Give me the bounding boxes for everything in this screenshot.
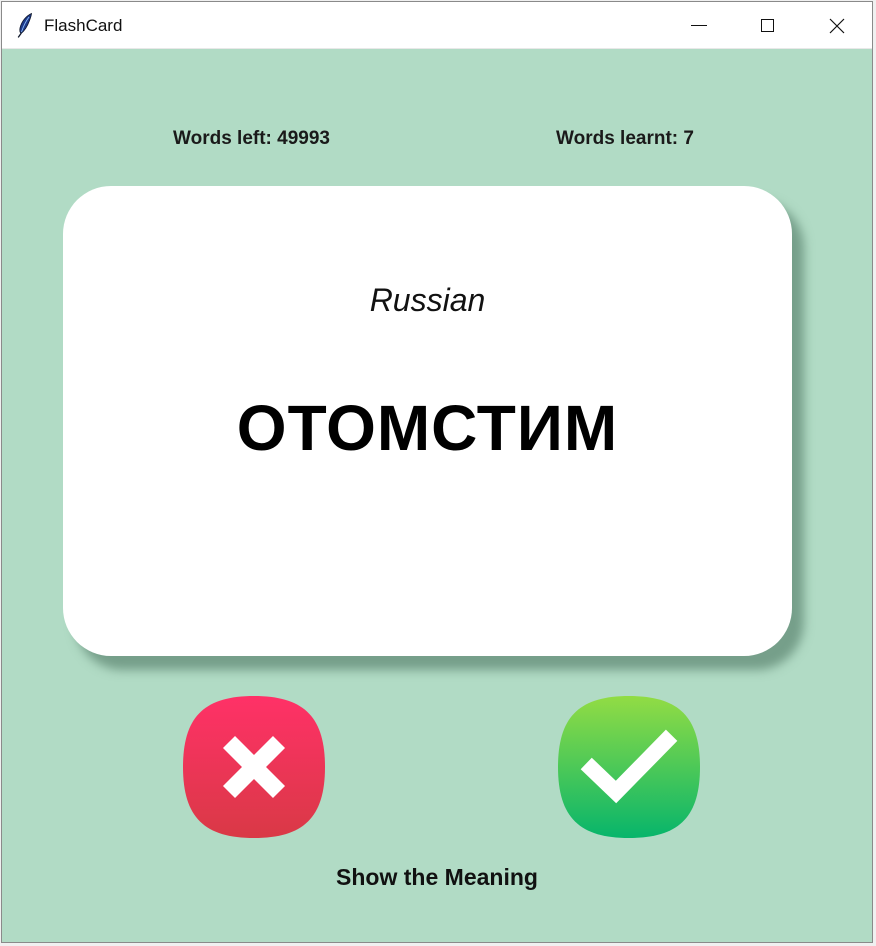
card-language: Russian (369, 282, 486, 318)
flashcard-window: FlashCard Words left: 49993 Words learnt… (1, 1, 873, 943)
flash-card[interactable]: Russian ОТОМСТИМ (63, 186, 792, 656)
card-word: ОТОМСТИМ (236, 392, 619, 464)
minimize-icon (691, 25, 707, 26)
wrong-button[interactable] (181, 694, 327, 840)
cross-icon (183, 696, 325, 838)
right-button[interactable] (556, 694, 702, 840)
show-meaning-button[interactable]: Show the Meaning (2, 864, 872, 891)
close-icon (829, 18, 845, 33)
title-bar[interactable]: FlashCard (2, 2, 872, 49)
close-button[interactable] (802, 2, 872, 49)
maximize-button[interactable] (732, 2, 802, 49)
minimize-button[interactable] (664, 2, 734, 49)
checkmark-icon (558, 696, 700, 838)
app-canvas: Words left: 49993 Words learnt: 7 Russia… (2, 49, 872, 942)
words-learnt-label: Words learnt: 7 (556, 128, 694, 149)
window-title: FlashCard (44, 16, 123, 35)
words-left-label: Words left: 49993 (173, 128, 330, 149)
maximize-icon (760, 19, 774, 32)
feather-icon (17, 12, 32, 38)
